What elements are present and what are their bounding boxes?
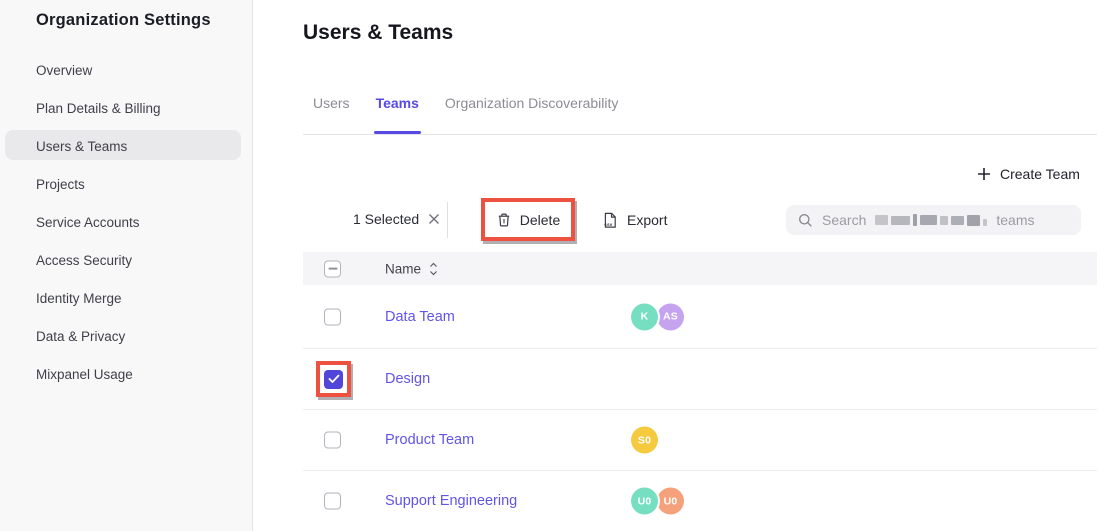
delete-button-highlight-annotation: Delete bbox=[481, 198, 575, 241]
avatar: K bbox=[631, 303, 658, 330]
close-icon bbox=[428, 213, 440, 225]
member-avatars: K AS bbox=[631, 303, 684, 330]
export-button[interactable]: csv Export bbox=[600, 205, 667, 235]
sort-icon bbox=[429, 262, 438, 275]
team-link[interactable]: Product Team bbox=[385, 432, 474, 448]
sidebar-title: Organization Settings bbox=[36, 11, 211, 30]
row-checkbox-checked[interactable] bbox=[324, 370, 343, 389]
delete-label: Delete bbox=[520, 212, 560, 228]
trash-icon bbox=[496, 212, 512, 228]
csv-file-icon: csv bbox=[600, 211, 619, 230]
sidebar-nav: Overview Plan Details & Billing Users & … bbox=[0, 51, 252, 393]
indeterminate-dash-icon bbox=[328, 268, 337, 270]
row-checkbox[interactable] bbox=[324, 308, 341, 325]
avatar: U0 bbox=[631, 488, 658, 515]
tab-users[interactable]: Users bbox=[313, 95, 350, 134]
avatar: S0 bbox=[631, 427, 658, 454]
name-column-header[interactable]: Name bbox=[385, 261, 438, 276]
avatar: U0 bbox=[657, 488, 684, 515]
sidebar-item-label: Users & Teams bbox=[36, 139, 127, 154]
sidebar-item-service-accounts[interactable]: Service Accounts bbox=[0, 203, 252, 241]
team-link[interactable]: Support Engineering bbox=[385, 493, 517, 509]
page-title: Users & Teams bbox=[303, 21, 453, 45]
teams-table-header: Name bbox=[303, 252, 1097, 285]
tab-teams[interactable]: Teams bbox=[376, 95, 419, 134]
search-placeholder-prefix: Search bbox=[822, 212, 866, 228]
sidebar-item-users-teams[interactable]: Users & Teams bbox=[0, 127, 252, 165]
table-row-data-team: Data Team K AS bbox=[303, 285, 1097, 349]
selected-count-label: 1 Selected bbox=[353, 211, 419, 227]
sidebar-item-mixpanel-usage[interactable]: Mixpanel Usage bbox=[0, 355, 252, 393]
team-link[interactable]: Data Team bbox=[385, 309, 455, 325]
tab-organization-discoverability[interactable]: Organization Discoverability bbox=[445, 95, 619, 134]
export-label: Export bbox=[627, 212, 667, 228]
selection-status: 1 Selected bbox=[353, 211, 440, 227]
row-checkbox[interactable] bbox=[324, 493, 341, 510]
sidebar-item-identity-merge[interactable]: Identity Merge bbox=[0, 279, 252, 317]
sidebar-item-label: Identity Merge bbox=[36, 291, 122, 306]
row-checkbox[interactable] bbox=[324, 432, 341, 449]
delete-button[interactable]: Delete bbox=[496, 212, 560, 228]
search-icon bbox=[798, 213, 813, 228]
table-row-support-engineering: Support Engineering U0 U0 bbox=[303, 471, 1097, 531]
plus-icon bbox=[977, 167, 991, 181]
redacted-org-name bbox=[875, 214, 987, 226]
svg-text:csv: csv bbox=[604, 223, 612, 228]
tabs-divider bbox=[303, 134, 1097, 135]
sidebar-item-access-security[interactable]: Access Security bbox=[0, 241, 252, 279]
checked-checkbox-highlight-annotation bbox=[316, 361, 351, 397]
sidebar-item-projects[interactable]: Projects bbox=[0, 165, 252, 203]
toolbar-divider bbox=[447, 202, 448, 238]
tab-bar: Users Teams Organization Discoverability bbox=[313, 95, 618, 134]
team-link[interactable]: Design bbox=[385, 371, 430, 387]
sidebar-item-label: Mixpanel Usage bbox=[36, 367, 133, 382]
create-team-button[interactable]: Create Team bbox=[977, 164, 1080, 183]
clear-selection-button[interactable] bbox=[428, 213, 440, 225]
member-avatars: S0 bbox=[631, 427, 658, 454]
select-all-checkbox[interactable] bbox=[324, 260, 341, 277]
table-row-design: Design bbox=[303, 349, 1097, 410]
check-icon bbox=[328, 374, 340, 384]
table-row-product-team: Product Team S0 bbox=[303, 410, 1097, 471]
sidebar-item-plan-details-billing[interactable]: Plan Details & Billing bbox=[0, 89, 252, 127]
sidebar-item-overview[interactable]: Overview bbox=[0, 51, 252, 89]
name-column-label: Name bbox=[385, 261, 421, 276]
avatar: AS bbox=[657, 303, 684, 330]
sidebar-item-label: Data & Privacy bbox=[36, 329, 125, 344]
sidebar-item-label: Access Security bbox=[36, 253, 132, 268]
sidebar-item-label: Projects bbox=[36, 177, 85, 192]
sidebar-item-label: Overview bbox=[36, 63, 92, 78]
create-team-label: Create Team bbox=[1000, 166, 1080, 182]
search-teams-input[interactable]: Search teams bbox=[786, 205, 1081, 235]
org-settings-sidebar: Organization Settings Overview Plan Deta… bbox=[0, 0, 253, 531]
sidebar-item-data-privacy[interactable]: Data & Privacy bbox=[0, 317, 252, 355]
teams-table-body: Data Team K AS Design Product Team S0 Su… bbox=[303, 285, 1097, 531]
search-placeholder-suffix: teams bbox=[996, 212, 1034, 228]
sidebar-item-label: Plan Details & Billing bbox=[36, 101, 161, 116]
member-avatars: U0 U0 bbox=[631, 488, 684, 515]
sidebar-item-label: Service Accounts bbox=[36, 215, 140, 230]
